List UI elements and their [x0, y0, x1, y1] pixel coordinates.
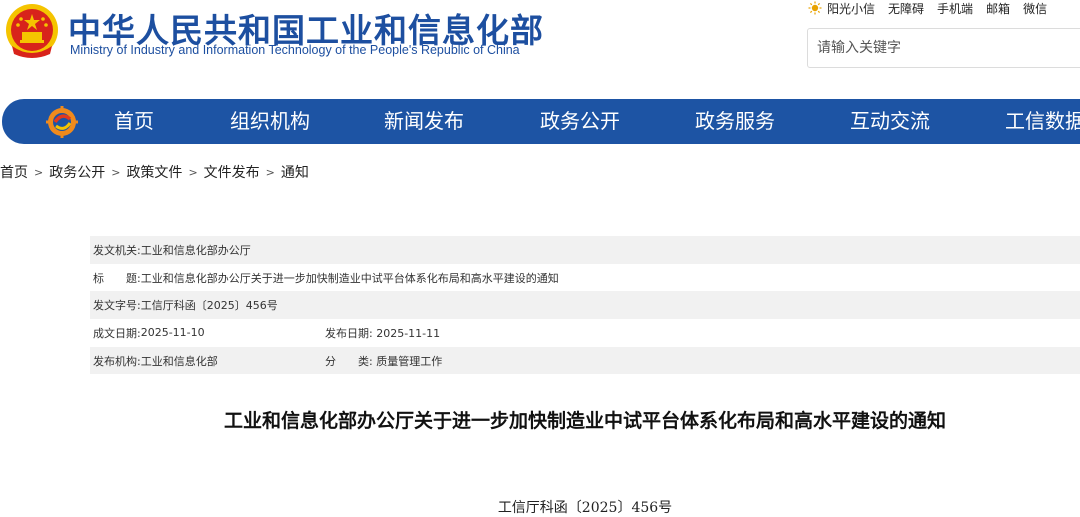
info-value-created: 2025-11-10	[140, 326, 205, 340]
breadcrumb-policy-docs[interactable]: 政策文件	[126, 162, 182, 182]
top-link-sunshine[interactable]: 阳光小信	[827, 0, 875, 17]
top-link-accessibility[interactable]: 无障碍	[888, 0, 924, 17]
breadcrumb-home[interactable]: 首页	[0, 162, 28, 182]
document-title: 工业和信息化部办公厅关于进一步加快制造业中试平台体系化布局和高水平建设的通知	[223, 410, 946, 432]
nav-item-news[interactable]: 新闻发布	[384, 99, 464, 144]
ministry-logo-icon[interactable]	[46, 106, 78, 138]
site-header: 中华人民共和国工业和信息化部 Ministry of Industry and …	[0, 0, 1080, 95]
info-value-category: 质量管理工作	[376, 354, 443, 368]
info-label: 发布机构:	[93, 354, 141, 368]
breadcrumb: 首页 > 政务公开 > 政策文件 > 文件发布 > 通知	[0, 162, 309, 182]
chevron-right-icon: >	[265, 165, 275, 179]
info-label: 分 类:	[325, 354, 373, 368]
top-link-mail[interactable]: 邮箱	[986, 0, 1010, 17]
breadcrumb-doc-release[interactable]: 文件发布	[204, 162, 260, 182]
info-row-issuer: 发文机关: 工业和信息化部办公厅	[90, 236, 1080, 264]
chevron-right-icon: >	[34, 165, 44, 179]
info-label: 成文日期:	[93, 326, 141, 340]
nav-item-interaction[interactable]: 互动交流	[850, 99, 930, 144]
info-label: 发布日期:	[325, 326, 373, 340]
nav-item-gov-services[interactable]: 政务服务	[695, 99, 775, 144]
info-row-dates: 成文日期: 2025-11-10 发布日期: 2025-11-11	[90, 319, 1080, 347]
info-value-issuer: 工业和信息化部办公厅	[140, 243, 251, 257]
breadcrumb-notice[interactable]: 通知	[281, 162, 309, 182]
sun-icon	[808, 1, 822, 15]
top-links: 阳光小信 无障碍 手机端 邮箱 微信	[808, 0, 1060, 16]
nav-item-data[interactable]: 工信数据	[1005, 99, 1080, 144]
search-box	[807, 28, 1080, 68]
site-subtitle: Ministry of Industry and Information Tec…	[70, 43, 520, 57]
info-row-title: 标 题: 工业和信息化部办公厅关于进一步加快制造业中试平台体系化布局和高水平建设…	[90, 264, 1080, 292]
info-label: 发文机关:	[93, 243, 141, 257]
top-link-wechat[interactable]: 微信	[1023, 0, 1047, 17]
info-category: 分 类: 质量管理工作	[325, 353, 442, 369]
info-label: 发文字号:	[93, 299, 141, 313]
nav-item-organization[interactable]: 组织机构	[230, 99, 310, 144]
nav-item-home[interactable]: 首页	[114, 99, 154, 144]
info-label: 标 题:	[93, 271, 141, 285]
info-value-title: 工业和信息化部办公厅关于进一步加快制造业中试平台体系化布局和高水平建设的通知	[140, 271, 559, 285]
info-row-org: 发布机构: 工业和信息化部 分 类: 质量管理工作	[90, 346, 1080, 375]
main-nav: 首页 组织机构 新闻发布 政务公开 政务服务 互动交流 工信数据	[2, 99, 1080, 144]
document-number: 工信厅科函〔2025〕456号	[497, 500, 673, 516]
search-input[interactable]	[808, 29, 1080, 67]
breadcrumb-gov-affairs[interactable]: 政务公开	[49, 162, 105, 182]
info-value-doc-number: 工信厅科函〔2025〕456号	[140, 299, 278, 313]
chevron-right-icon: >	[188, 165, 198, 179]
info-published: 发布日期: 2025-11-11	[325, 325, 440, 341]
info-value-published: 2025-11-11	[376, 326, 441, 340]
info-value-org: 工业和信息化部	[140, 354, 218, 368]
chevron-right-icon: >	[111, 165, 121, 179]
info-row-doc-number: 发文字号: 工信厅科函〔2025〕456号	[90, 291, 1080, 320]
document-info-table: 发文机关: 工业和信息化部办公厅 标 题: 工业和信息化部办公厅关于进一步加快制…	[90, 236, 1080, 375]
nav-item-gov-affairs[interactable]: 政务公开	[540, 99, 620, 144]
national-emblem-icon[interactable]	[4, 2, 60, 60]
top-link-mobile[interactable]: 手机端	[937, 0, 973, 17]
